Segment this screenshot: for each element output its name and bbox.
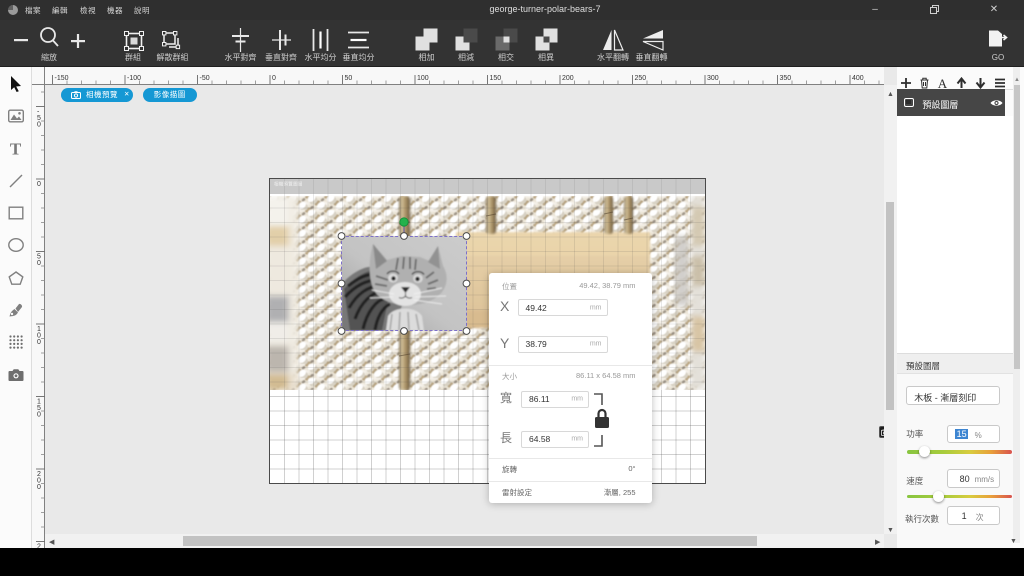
svg-text:0: 0 (37, 484, 41, 491)
svg-text:350: 350 (780, 75, 792, 82)
svg-text:200: 200 (562, 75, 574, 82)
svg-text:100: 100 (417, 75, 429, 82)
svg-text:0: 0 (37, 339, 41, 346)
svg-text:-100: -100 (127, 75, 141, 82)
svg-text:50: 50 (345, 75, 353, 82)
svg-text:A: A (938, 77, 948, 89)
svg-text:-150: -150 (55, 75, 69, 82)
svg-text:250: 250 (635, 75, 647, 82)
svg-text:0: 0 (272, 75, 276, 82)
svg-text:0: 0 (37, 122, 41, 129)
svg-text:300: 300 (707, 75, 719, 82)
svg-text:0: 0 (37, 412, 41, 419)
svg-text:0: 0 (37, 260, 41, 267)
svg-text:-50: -50 (200, 75, 210, 82)
svg-text:150: 150 (490, 75, 502, 82)
svg-text:0: 0 (37, 181, 41, 188)
svg-text:400: 400 (852, 75, 864, 82)
